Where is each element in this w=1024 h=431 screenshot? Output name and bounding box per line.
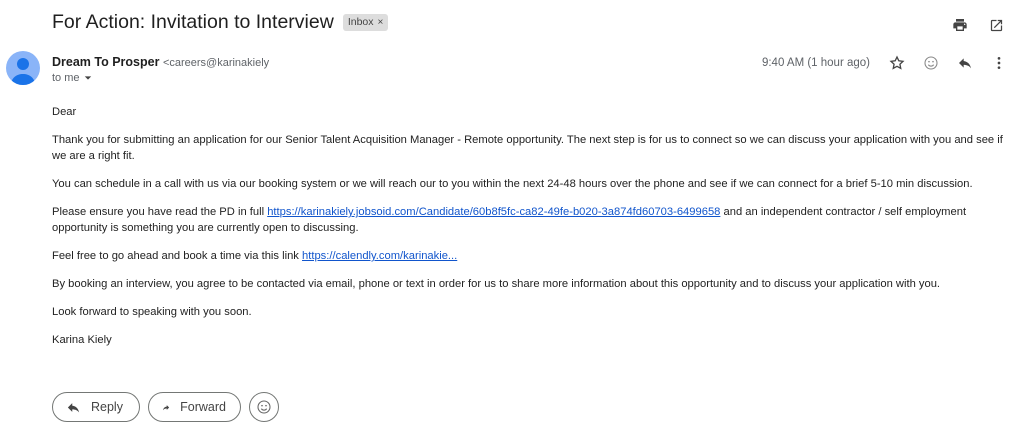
forward-icon [163, 404, 170, 410]
recipient-text: to me [52, 72, 80, 84]
email-body: Dear Thank you for submitting an applica… [52, 104, 1007, 360]
remove-label-button[interactable]: × [378, 17, 384, 28]
more-vert-icon [997, 57, 1001, 69]
body-paragraph-6: Look forward to speaking with you soon. [52, 306, 252, 318]
top-actions [949, 14, 1007, 36]
sender-row: Dream To Prosper <careers@karinakiely [52, 55, 269, 69]
more-options-button[interactable] [988, 52, 1010, 74]
p3-text-before: Please ensure you have read the PD in fu… [52, 206, 268, 218]
reply-icon [67, 402, 80, 412]
sender-avatar[interactable] [6, 51, 40, 85]
recipient-details-toggle[interactable]: to me [52, 72, 92, 84]
body-paragraph-2: You can schedule in a call with us via o… [52, 178, 973, 190]
message-time: 9:40 AM (1 hour ago) [761, 57, 870, 69]
reply-button-label: Reply [91, 400, 123, 414]
body-paragraph-3: Please ensure you have read the PD in fu… [52, 204, 1007, 236]
body-paragraph-4: Feel free to go ahead and book a time vi… [52, 248, 1007, 264]
jobsoid-link[interactable]: https://karinakiely.jobsoid.com/Candidat… [267, 206, 720, 218]
emoji-reaction-button[interactable] [249, 392, 279, 422]
body-paragraph-5: By booking an interview, you agree to be… [52, 278, 941, 290]
reply-actions: Reply Forward [52, 392, 279, 422]
star-button[interactable] [886, 52, 908, 74]
calendly-link[interactable]: https://calendly.com/karinakie... [302, 250, 457, 262]
forward-button-label: Forward [180, 400, 226, 414]
reply-icon-button[interactable] [954, 52, 976, 74]
inbox-label-badge[interactable]: Inbox × [342, 14, 389, 31]
sender-email: <careers@karinakiely [162, 57, 270, 69]
open-in-new-window-icon [990, 19, 1002, 31]
emoji-icon [924, 56, 938, 70]
message-meta: 9:40 AM (1 hour ago) [762, 52, 1010, 74]
print-button[interactable] [949, 14, 971, 36]
body-paragraph-1: Thank you for submitting an application … [52, 134, 1003, 162]
p4-text-before: Feel free to go ahead and book a time vi… [52, 250, 303, 262]
caret-down-icon [84, 76, 91, 80]
sender-name[interactable]: Dream To Prosper [52, 55, 159, 69]
open-in-new-window-button[interactable] [985, 14, 1007, 36]
inbox-label-text: Inbox [347, 16, 374, 28]
email-subject: For Action: Invitation to Interview [52, 11, 334, 33]
reply-button[interactable]: Reply [52, 392, 140, 422]
body-greeting: Dear [52, 106, 77, 118]
star-icon [889, 55, 905, 70]
signature: Karina Kiely [52, 334, 112, 346]
add-reaction-button[interactable] [920, 52, 942, 74]
reply-icon [959, 58, 971, 69]
print-icon [953, 19, 967, 31]
subject-row: For Action: Invitation to Interview Inbo… [52, 11, 389, 34]
person-icon [11, 58, 35, 85]
emoji-icon [257, 400, 271, 414]
forward-button[interactable]: Forward [148, 392, 241, 422]
